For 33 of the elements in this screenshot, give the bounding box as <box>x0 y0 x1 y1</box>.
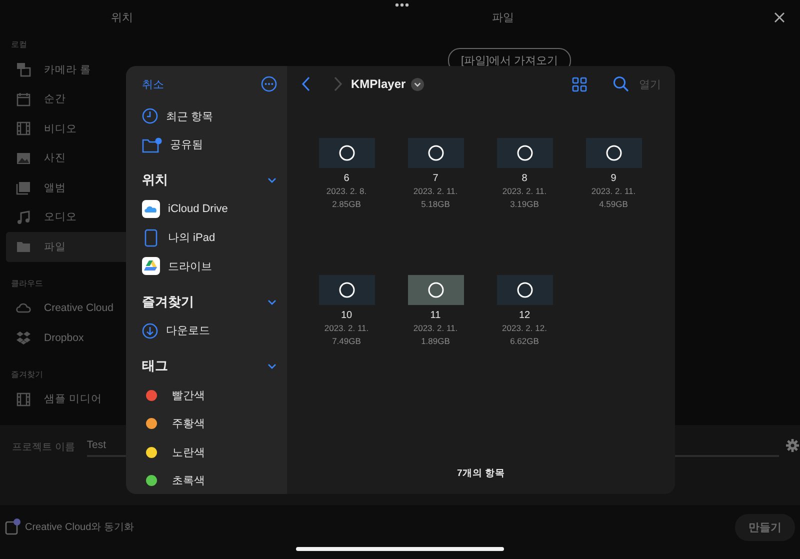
section-label: 클라우드 <box>11 278 43 290</box>
file-size: 2.85GB <box>332 198 361 210</box>
file-size: 4.59GB <box>599 198 628 210</box>
section-title: 태그 <box>142 357 168 375</box>
header-title: 파일 <box>492 11 514 25</box>
section-title: 위치 <box>142 171 168 189</box>
section-title: 즐겨찾기 <box>142 292 194 310</box>
file-date: 2023. 2. 12. <box>502 322 547 334</box>
file-size: 5.18GB <box>421 198 450 210</box>
sync-label: Creative Cloud와 동기화 <box>25 520 134 534</box>
file-date: 2023. 2. 11. <box>502 185 547 198</box>
file-name: 6 <box>344 172 350 185</box>
file-size: 1.89GB <box>421 334 450 347</box>
file-name: 11 <box>430 309 441 322</box>
file-date: 2023. 2. 11. <box>591 185 636 198</box>
file-date: 2023. 2. 11. <box>413 322 458 334</box>
file-name: 10 <box>340 309 352 322</box>
folder-title: KMPlayer <box>351 77 406 91</box>
item-count: 7개의 항목 <box>456 467 506 481</box>
field-label: 프로젝트 이름 <box>12 441 75 454</box>
header-title: 위치 <box>111 11 133 25</box>
file-date: 2023. 2. 11. <box>413 185 458 198</box>
file-name: 8 <box>522 172 528 185</box>
file-size: 3.19GB <box>510 198 539 210</box>
file-date: 2023. 2. 8. <box>326 185 367 198</box>
file-name: 9 <box>610 172 616 185</box>
section-label: 즐겨찾기 <box>11 368 43 380</box>
file-date: 2023. 2. 11. <box>324 322 369 334</box>
file-size: 6.62GB <box>510 334 539 347</box>
file-name: 12 <box>518 309 530 322</box>
file-size: 7.49GB <box>332 334 361 347</box>
file-name: 7 <box>432 172 438 185</box>
section-label: 로컬 <box>11 39 27 51</box>
